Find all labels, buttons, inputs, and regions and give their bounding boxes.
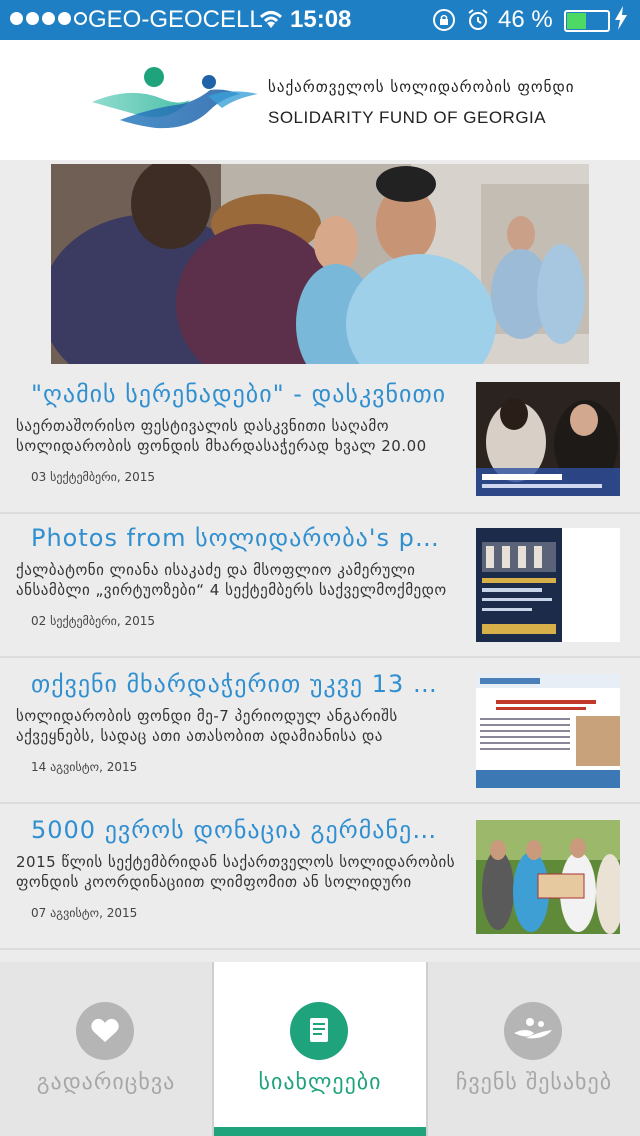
news-thumbnail[interactable] [476,528,620,642]
news-item[interactable]: Photos from სოლიდარობა's post ქალბატონი … [0,514,640,658]
tab-news[interactable]: სიახლეები [212,962,428,1136]
news-thumbnail[interactable] [476,674,620,788]
news-date: 07 აგვისტო, 2015 [31,906,138,920]
news-description: ქალბატონი ლიანა ისაკაძე და მსოფლიო კამერ… [16,561,447,599]
news-date: 14 აგვისტო, 2015 [31,760,138,774]
wifi-icon [258,8,284,37]
active-tab-indicator [214,1127,426,1136]
bottom-tab-bar: გადარიცხვა სიახლეები ჩვენს შესახებ [0,962,640,1136]
document-icon [290,1002,348,1060]
tab-label: გადარიცხვა [36,1070,176,1095]
news-date: 03 სექტემბერი, 2015 [31,470,156,484]
news-thumbnail[interactable] [476,382,620,496]
news-title[interactable]: Photos from სოლიდარობა's post [31,524,451,552]
tab-label: სიახლეები [258,1070,382,1095]
carrier-name: GEO-GEOCELL [88,6,263,33]
news-title[interactable]: თქვენი მხარდაჭერით უკვე 13 000 [31,670,451,698]
tab-about[interactable]: ჩვენს შესახებ [428,962,640,1136]
tab-donate[interactable]: გადარიცხვა [0,962,212,1136]
logo-title-georgian: საქართველოს სოლიდარობის ფონდი [268,78,575,96]
news-item[interactable]: "ღამის სერენადები" - დასკვნითი საერთაშორ… [0,370,640,514]
news-description: 2015 წლის სექტემბრიდან საქართველოს სოლიდ… [16,853,456,891]
news-description: სოლიდარობის ფონდი მე-7 პერიოდულ ანგარიშს… [16,707,398,745]
rotation-lock-icon [432,8,456,39]
news-title[interactable]: "ღამის სერენადები" - დასკვნითი [31,380,451,408]
news-title[interactable]: 5000 ევროს დონაცია გერმანელი [31,816,451,844]
charging-bolt-icon [614,6,628,36]
logo-figures-icon [504,1002,562,1060]
heart-icon [76,1002,134,1060]
news-date: 02 სექტემბერი, 2015 [31,614,156,628]
battery-icon [564,10,610,32]
clock-time: 15:08 [290,6,352,33]
news-item[interactable]: 5000 ევროს დონაცია გერმანელი 2015 წლის ს… [0,806,640,950]
carousel-photo [51,164,589,364]
signal-strength-icon [10,12,87,25]
tab-label: ჩვენს შესახებ [455,1070,613,1095]
featured-photo-carousel[interactable] [51,164,589,364]
news-description: საერთაშორისო ფესტივალის დასკვნითი საღამო… [16,417,427,455]
logo-title-english: SOLIDARITY FUND OF GEORGIA [268,108,547,127]
status-bar: GEO-GEOCELL 15:08 46 % [0,0,640,40]
solidarity-fund-logo-icon [90,64,260,140]
battery-percentage: 46 % [498,6,553,33]
news-thumbnail[interactable] [476,820,620,934]
alarm-icon [466,8,490,39]
news-item[interactable]: თქვენი მხარდაჭერით უკვე 13 000 სოლიდარობ… [0,660,640,804]
